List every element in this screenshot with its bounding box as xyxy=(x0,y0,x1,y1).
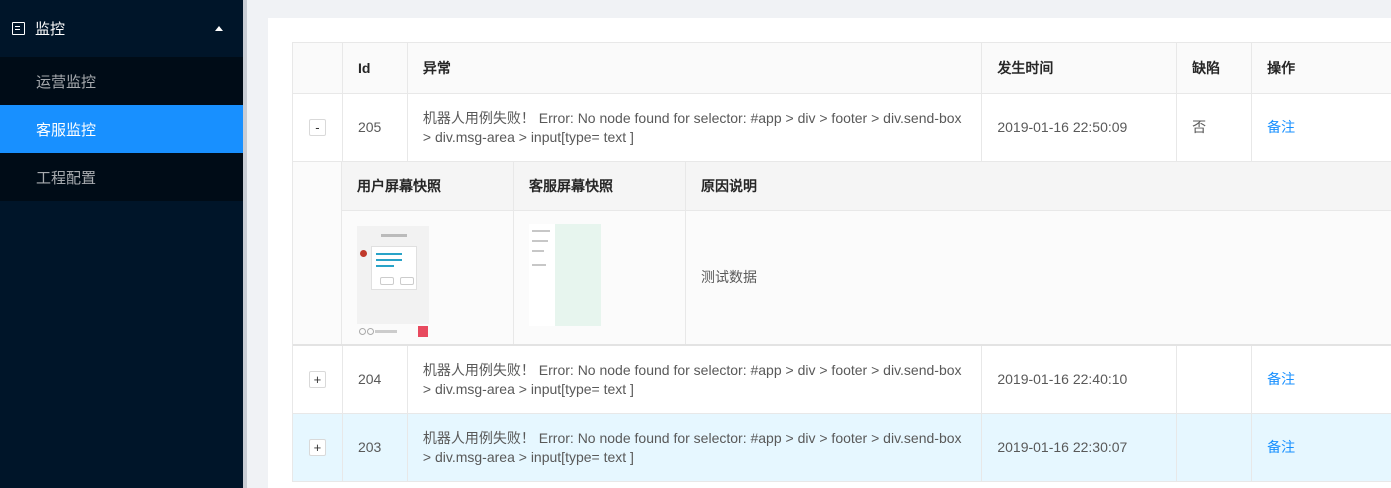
submenu: 运营监控 客服监控 工程配置 xyxy=(0,57,243,201)
table-row: - 205 机器人用例失败！ Error: No node found for … xyxy=(293,94,1391,162)
menu-group-label: 监控 xyxy=(35,21,66,38)
row-time: 2019-01-16 22:50:09 xyxy=(982,94,1178,161)
row-defect xyxy=(1177,346,1253,413)
row-id: 205 xyxy=(343,94,408,161)
collapse-row-button[interactable]: - xyxy=(308,119,326,136)
note-link[interactable]: 备注 xyxy=(1267,370,1295,389)
note-link[interactable]: 备注 xyxy=(1267,118,1295,137)
menu-group-monitor[interactable]: 监控 xyxy=(0,0,243,57)
header-agent-snapshot: 客服屏幕快照 xyxy=(514,162,686,210)
table-row: + 204 机器人用例失败！ Error: No node found for … xyxy=(293,346,1391,414)
row-error: 机器人用例失败！ Error: No node found for select… xyxy=(408,414,983,481)
snapshot-table: 用户屏幕快照 客服屏幕快照 原因说明 测试数据 xyxy=(342,162,1391,344)
header-time: 发生时间 xyxy=(982,43,1178,93)
row-error: 机器人用例失败！ Error: No node found for select… xyxy=(408,94,983,161)
exception-table: Id 异常 发生时间 缺陷 操作 - 205 机器人用例失败！ Error: N… xyxy=(292,42,1391,482)
row-id: 203 xyxy=(343,414,408,481)
table-row: + 203 机器人用例失败！ Error: No node found for … xyxy=(293,414,1391,482)
expanded-row: 用户屏幕快照 客服屏幕快照 原因说明 测试数据 xyxy=(293,162,1391,346)
content-card: Id 异常 发生时间 缺陷 操作 - 205 机器人用例失败！ Error: N… xyxy=(268,18,1391,488)
snapshot-row: 测试数据 xyxy=(342,211,1391,344)
header-action: 操作 xyxy=(1267,59,1296,76)
sidebar-item-cs-monitor[interactable]: 客服监控 xyxy=(0,105,243,153)
document-icon xyxy=(12,22,25,35)
sidebar-item-ops-monitor[interactable]: 运营监控 xyxy=(0,57,243,105)
sidebar-item-project-config[interactable]: 工程配置 xyxy=(0,153,243,201)
sidebar: 监控 运营监控 客服监控 工程配置 xyxy=(0,0,243,488)
row-id: 204 xyxy=(343,346,408,413)
row-defect xyxy=(1177,414,1253,481)
header-defect: 缺陷 xyxy=(1177,43,1253,93)
agent-screenshot-thumbnail[interactable] xyxy=(529,223,601,326)
header-id: Id xyxy=(343,43,408,93)
row-error: 机器人用例失败！ Error: No node found for select… xyxy=(408,346,983,413)
main-content: Id 异常 发生时间 缺陷 操作 - 205 机器人用例失败！ Error: N… xyxy=(247,0,1391,488)
user-screenshot-thumbnail[interactable] xyxy=(357,225,429,337)
chevron-up-icon xyxy=(215,26,223,31)
header-reason: 原因说明 xyxy=(701,177,757,194)
reason-text: 测试数据 xyxy=(701,269,757,285)
header-error: 异常 xyxy=(408,43,983,93)
row-time: 2019-01-16 22:40:10 xyxy=(982,346,1178,413)
row-defect: 否 xyxy=(1177,94,1253,161)
avatar xyxy=(360,249,367,257)
table-header: Id 异常 发生时间 缺陷 操作 xyxy=(293,43,1391,94)
expand-row-button[interactable]: + xyxy=(308,439,326,456)
expand-row-button[interactable]: + xyxy=(308,371,326,388)
snapshot-header: 用户屏幕快照 客服屏幕快照 原因说明 xyxy=(342,162,1391,211)
note-link[interactable]: 备注 xyxy=(1267,438,1295,457)
header-expand xyxy=(293,43,343,93)
header-user-snapshot: 用户屏幕快照 xyxy=(342,162,514,210)
row-time: 2019-01-16 22:30:07 xyxy=(982,414,1178,481)
